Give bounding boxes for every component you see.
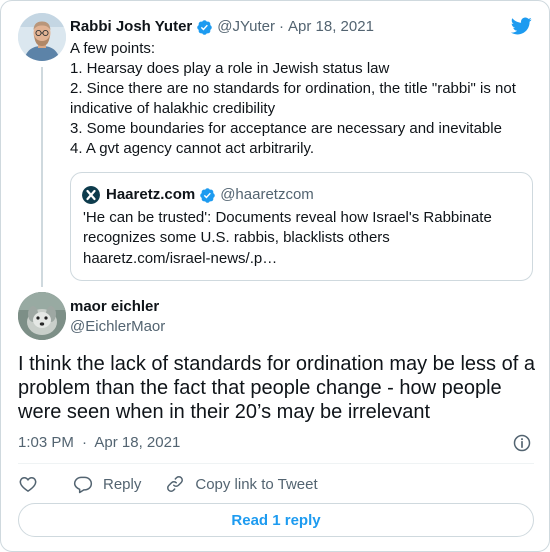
parent-tweet-line: 2. Since there are no standards for ordi…: [70, 80, 516, 117]
parent-tweet-line: 3. Some boundaries for acceptance are ne…: [70, 120, 502, 137]
quote-headline: 'He can be trusted': Documents reveal ho…: [83, 209, 492, 246]
verified-badge-icon: [197, 19, 213, 35]
parent-tweet-line: 1. Hearsay does play a role in Jewish st…: [70, 60, 390, 77]
avatar-rabbi-josh-yuter[interactable]: [18, 13, 66, 61]
read-replies-label: Read 1 reply: [231, 511, 321, 529]
heart-icon: [19, 477, 37, 492]
parent-author-name[interactable]: Rabbi Josh Yuter: [70, 17, 192, 37]
quote-source-name[interactable]: Haaretz.com: [106, 185, 195, 205]
tweet-date[interactable]: Apr 18, 2021: [94, 434, 180, 451]
tweet-timestamp[interactable]: 1:03 PM · Apr 18, 2021: [18, 433, 180, 453]
tweet-time[interactable]: 1:03 PM: [18, 434, 74, 451]
haaretz-logo-icon: [82, 186, 100, 204]
link-icon: [167, 476, 184, 492]
avatar-maor-eichler[interactable]: [18, 292, 66, 340]
quote-url[interactable]: haaretz.com/israel-news/.p…: [83, 249, 277, 269]
parent-author-handle[interactable]: @JYuter: [217, 17, 275, 37]
thread-connector-line: [41, 67, 43, 287]
quoted-link-card[interactable]: Haaretz.com @haaretzcom 'He can be trust…: [70, 172, 533, 281]
reply-label: Reply: [103, 475, 142, 493]
tweet-text: I think the lack of standards for ordina…: [18, 353, 535, 423]
parent-tweet-date[interactable]: Apr 18, 2021: [288, 17, 374, 37]
reply-bubble-icon: [73, 476, 93, 494]
quote-source-handle[interactable]: @haaretzcom: [220, 185, 314, 205]
like-button[interactable]: [18, 474, 38, 494]
quote-header: Haaretz.com @haaretzcom: [82, 185, 314, 205]
tweet-author-handle[interactable]: @EichlerMaor: [70, 317, 165, 337]
actions-divider: [18, 463, 534, 464]
parent-tweet-line: 4. A gvt agency cannot act arbitrarily.: [70, 140, 315, 157]
info-icon[interactable]: [512, 433, 532, 453]
reply-button[interactable]: Reply: [73, 474, 141, 494]
read-replies-button[interactable]: Read 1 reply: [18, 503, 534, 537]
parent-tweet-line: A few points:: [70, 40, 156, 57]
copy-link-label: Copy link to Tweet: [195, 475, 318, 493]
twitter-bird-icon[interactable]: [509, 15, 533, 37]
parent-tweet-text: A few points: 1. Hearsay does play a rol…: [70, 39, 530, 159]
embedded-tweet-card: Rabbi Josh Yuter @JYuter · Apr 18, 2021 …: [0, 0, 550, 552]
tweet-author-name[interactable]: maor eichler: [70, 297, 159, 317]
timestamp-separator: ·: [82, 434, 88, 451]
parent-tweet-header: Rabbi Josh Yuter @JYuter · Apr 18, 2021: [70, 17, 374, 37]
copy-link-button[interactable]: Copy link to Tweet: [165, 474, 318, 494]
verified-badge-icon: [200, 187, 215, 203]
tweet-actions-bar: Reply Copy link to Tweet: [18, 473, 318, 495]
header-separator: ·: [279, 18, 285, 35]
